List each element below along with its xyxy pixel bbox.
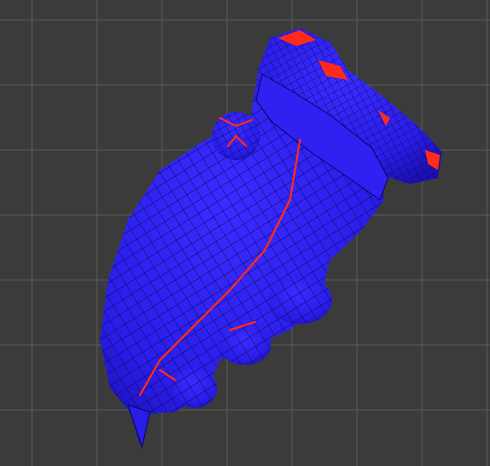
mesh-finger-lobe-3-wire xyxy=(173,368,217,408)
mesh-finger-lobe-2-wire xyxy=(219,325,271,365)
mesh-finger-lobe-1-wire xyxy=(268,276,332,324)
3d-viewport[interactable] xyxy=(0,0,490,466)
viewport-canvas[interactable] xyxy=(0,0,490,466)
uv-seam-mesh-glove-icon[interactable] xyxy=(100,28,442,449)
